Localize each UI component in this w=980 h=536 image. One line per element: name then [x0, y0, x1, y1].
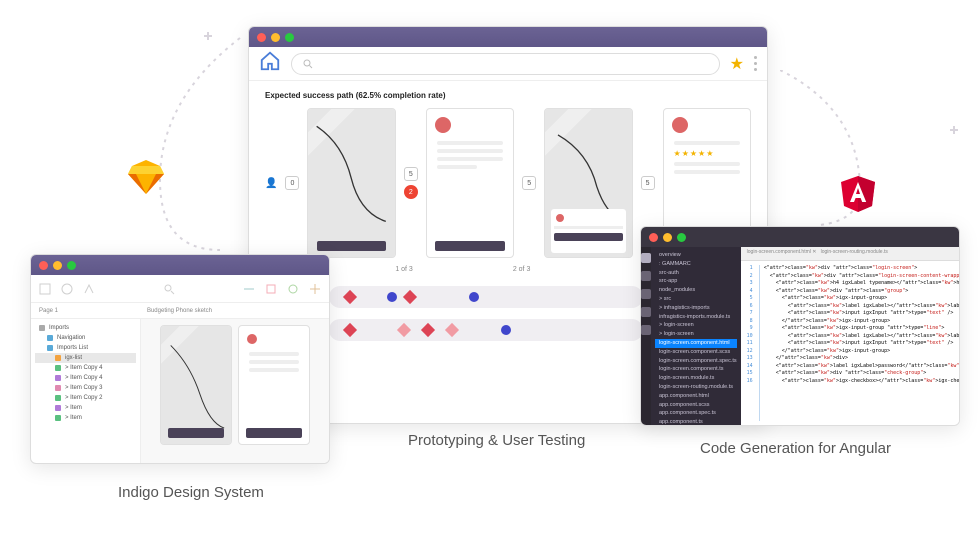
file-node[interactable]: app.component.ts	[655, 418, 737, 426]
file-node[interactable]: src-app	[655, 277, 737, 286]
tool-icon[interactable]	[309, 283, 321, 295]
step-label: 1 of 3	[395, 266, 413, 273]
caption-codegen: Code Generation for Angular	[700, 440, 891, 457]
tree-node[interactable]: Imports	[35, 323, 136, 333]
explorer-icon[interactable]	[641, 253, 651, 263]
flow-screen-2[interactable]	[426, 108, 514, 258]
zoom-icon[interactable]	[677, 233, 686, 242]
file-node[interactable]: app.component.html	[655, 392, 737, 401]
search-input[interactable]	[291, 53, 720, 75]
activity-bar[interactable]	[641, 247, 651, 425]
search-icon[interactable]	[641, 271, 651, 281]
path-marker	[950, 126, 958, 134]
git-icon[interactable]	[641, 289, 651, 299]
layer-tree[interactable]: ImportsNavigationImports Listigx-list> I…	[31, 319, 141, 463]
file-node[interactable]: overview	[655, 251, 737, 260]
tree-node[interactable]: > Item Copy 3	[35, 383, 136, 393]
tree-node[interactable]: Navigation	[35, 333, 136, 343]
tool-icon[interactable]	[83, 283, 95, 295]
file-node[interactable]: login-screen.component.ts	[655, 365, 737, 374]
search-icon[interactable]	[163, 283, 175, 295]
flow-screen-3[interactable]	[544, 108, 632, 258]
artboard[interactable]	[160, 325, 232, 445]
flow-badge: 0	[285, 176, 299, 190]
home-icon[interactable]	[259, 50, 281, 77]
file-node[interactable]: node_modules	[655, 286, 737, 295]
artboard[interactable]	[238, 325, 310, 445]
caption-design-system: Indigo Design System	[118, 484, 264, 501]
file-node[interactable]: app.component.spec.ts	[655, 409, 737, 418]
tree-node[interactable]: Imports List	[35, 343, 136, 353]
debug-icon[interactable]	[641, 307, 651, 317]
file-node[interactable]: login-screen.component.html	[655, 339, 737, 348]
canvas-title: Budgeting Phone sketch	[147, 308, 212, 314]
file-node[interactable]: login-screen.component.scss	[655, 348, 737, 357]
star-icon[interactable]: ★	[730, 54, 744, 74]
file-node[interactable]: app.component.scss	[655, 401, 737, 410]
close-icon[interactable]	[649, 233, 658, 242]
search-icon	[302, 58, 314, 70]
file-node[interactable]: src-auth	[655, 269, 737, 278]
file-node[interactable]: infragistics-imports.module.ts	[655, 313, 737, 322]
flow-screen-1[interactable]	[307, 108, 395, 258]
close-icon[interactable]	[39, 261, 48, 270]
minimize-icon[interactable]	[53, 261, 62, 270]
tree-node[interactable]: > Item	[35, 403, 136, 413]
page-label[interactable]: Page 1	[39, 308, 58, 314]
user-icon: 👤	[265, 178, 277, 189]
titlebar	[641, 227, 959, 247]
close-icon[interactable]	[257, 33, 266, 42]
file-node[interactable]: : GAMMARC	[655, 260, 737, 269]
tool-icon[interactable]	[243, 283, 255, 295]
path-marker	[204, 32, 212, 40]
editor-tab[interactable]: login-screen.component.html ✕ login-scre…	[741, 247, 960, 261]
tool-icon[interactable]	[39, 283, 51, 295]
flow-badge: 5	[522, 176, 536, 190]
file-node[interactable]: > infragistics-imports	[655, 304, 737, 313]
file-node[interactable]: > src	[655, 295, 737, 304]
flow-badge-error: 2	[404, 185, 418, 199]
ds-ribbon: Page 1 Budgeting Phone sketch	[31, 303, 329, 319]
success-path-label: Expected success path (62.5% completion …	[265, 91, 751, 100]
canvas[interactable]	[141, 319, 329, 463]
flow-badge: 5	[404, 167, 418, 181]
titlebar	[31, 255, 329, 275]
tree-node[interactable]: > Item Copy 2	[35, 393, 136, 403]
flow-badge: 5	[641, 176, 655, 190]
menu-icon[interactable]	[754, 56, 757, 71]
minimize-icon[interactable]	[271, 33, 280, 42]
file-tree[interactable]: overview: GAMMARCsrc-authsrc-appnode_mod…	[651, 247, 741, 425]
titlebar	[249, 27, 767, 47]
sketch-icon	[126, 156, 166, 196]
caption-prototyping: Prototyping & User Testing	[408, 432, 585, 449]
design-system-window: Page 1 Budgeting Phone sketch ImportsNav…	[30, 254, 330, 464]
tree-node[interactable]: igx-list	[35, 353, 136, 363]
code-window: overview: GAMMARCsrc-authsrc-appnode_mod…	[640, 226, 960, 426]
ds-toolbar	[31, 275, 329, 303]
tool-icon[interactable]	[287, 283, 299, 295]
tree-node[interactable]: > Item	[35, 413, 136, 423]
dot-track	[329, 286, 643, 308]
step-label: 2 of 3	[513, 266, 531, 273]
zoom-icon[interactable]	[67, 261, 76, 270]
tool-icon[interactable]	[61, 283, 73, 295]
tree-node[interactable]: > Item Copy 4	[35, 373, 136, 383]
file-node[interactable]: > login-screen	[655, 330, 737, 339]
file-node[interactable]: login-screen.component.spec.ts	[655, 357, 737, 366]
code-editor[interactable]: 12345678910111213141516 <"attr">class="k…	[741, 261, 960, 425]
zoom-icon[interactable]	[285, 33, 294, 42]
dot-track	[329, 319, 643, 341]
tool-icon[interactable]	[265, 283, 277, 295]
minimize-icon[interactable]	[663, 233, 672, 242]
file-node[interactable]: > login-screen	[655, 321, 737, 330]
angular-icon	[838, 174, 878, 214]
file-node[interactable]: login-screen.module.ts	[655, 374, 737, 383]
tree-node[interactable]: > Item Copy 4	[35, 363, 136, 373]
extensions-icon[interactable]	[641, 325, 651, 335]
file-node[interactable]: login-screen-routing.module.ts	[655, 383, 737, 392]
toolbar: ★	[249, 47, 767, 81]
